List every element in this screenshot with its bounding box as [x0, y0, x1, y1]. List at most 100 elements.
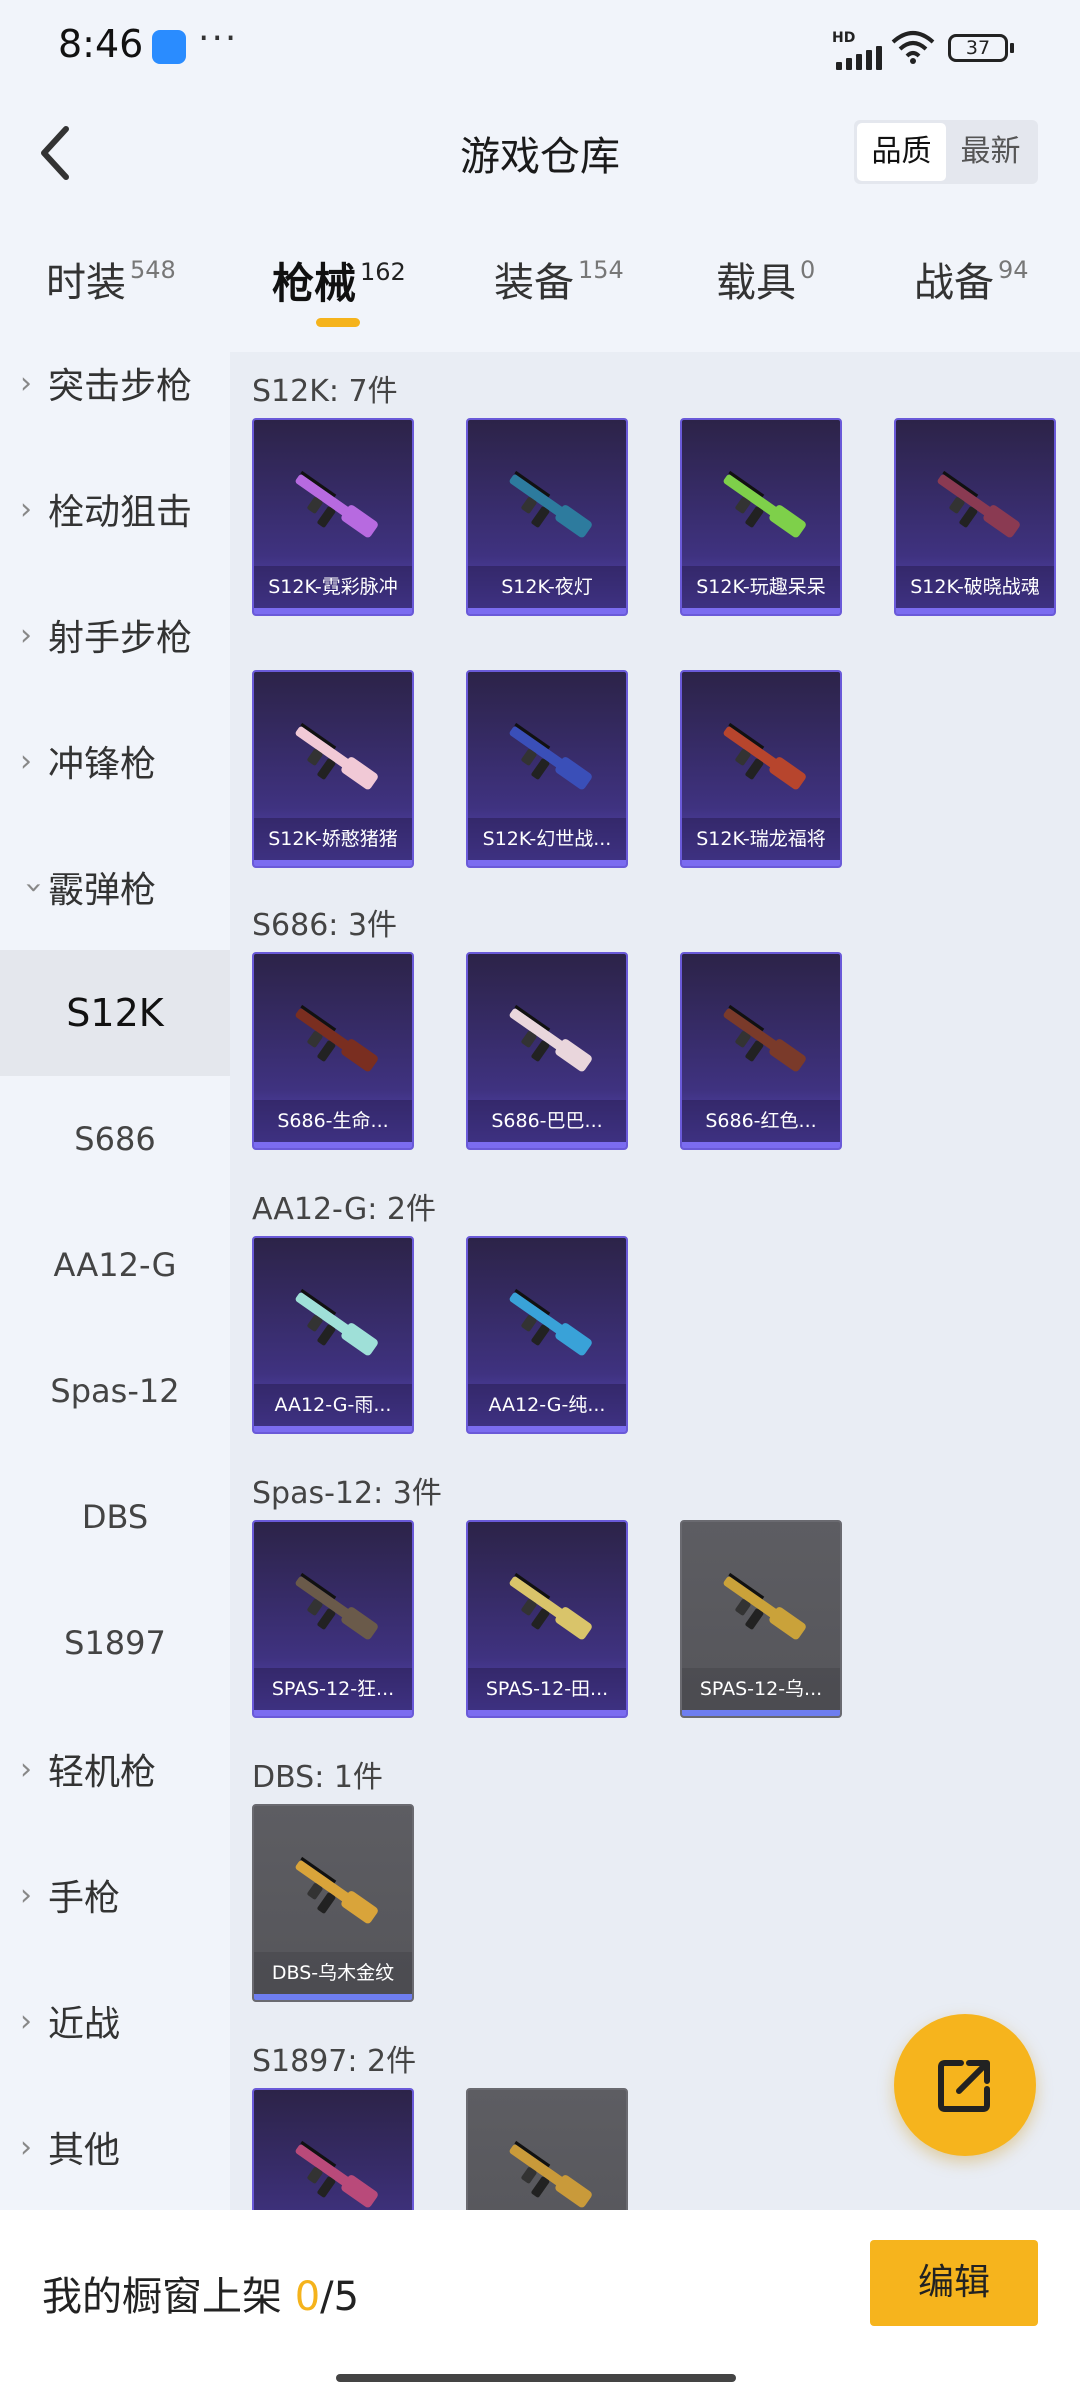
weapon-skin-card[interactable]: S12K-玩趣呆呆 [680, 418, 842, 616]
rarity-bar [468, 1142, 626, 1148]
weapon-image [926, 454, 1030, 562]
weapon-image [284, 454, 388, 562]
sidebar-sub-s12k[interactable]: S12K [0, 950, 230, 1076]
sidebar-sub-spas12[interactable]: Spas-12 [0, 1328, 230, 1454]
tab-supplies[interactable]: 战备 94 [914, 250, 1029, 308]
sidebar-sub-aa12g[interactable]: AA12-G [0, 1202, 230, 1328]
chevron-right-icon: › [20, 2003, 32, 2039]
sidebar-item-label: 射手步枪 [48, 618, 193, 659]
weapon-skin-name: AA12-G-雨... [254, 1384, 412, 1426]
sidebar-item-smg[interactable]: › 冲锋枪 [0, 698, 230, 824]
tab-count: 0 [800, 256, 816, 284]
sidebar-item-pistol[interactable]: › 手枪 [0, 1832, 230, 1958]
rarity-bar [682, 1710, 840, 1716]
sort-by-newest[interactable]: 最新 [946, 123, 1035, 181]
home-indicator[interactable] [336, 2374, 736, 2382]
rarity-bar [254, 1994, 412, 2000]
weapon-image [284, 1556, 388, 1664]
weapon-skin-name: S12K-瑞龙福将 [682, 818, 840, 860]
weapon-skin-name: DBS-乌木金纹 [254, 1952, 412, 1994]
weapon-image [498, 454, 602, 562]
weapon-skin-card[interactable]: SPAS-12-田... [466, 1520, 628, 1718]
tab-firearms[interactable]: 枪械 162 [272, 250, 406, 311]
weapon-skin-name: SPAS-12-乌... [682, 1668, 840, 1710]
weapon-skin-icon [509, 1004, 592, 1072]
rarity-bar [254, 1426, 412, 1432]
weapon-skin-card[interactable]: S686-生命... [252, 952, 414, 1150]
weapon-image [284, 1272, 388, 1380]
sidebar-sub-dbs[interactable]: DBS [0, 1454, 230, 1580]
sidebar-sub-s1897[interactable]: S1897 [0, 1580, 230, 1706]
weapon-skin-card[interactable]: AA12-G-纯... [466, 1236, 628, 1434]
sidebar-item-melee[interactable]: › 近战 [0, 1958, 230, 2084]
group-title: DBS: 1件 [252, 1760, 383, 1795]
tab-fashion[interactable]: 时装 548 [46, 250, 176, 308]
sidebar-item-bolt-sniper[interactable]: › 栓动狙击 [0, 446, 230, 572]
weapon-skin-name: S12K-霓彩脉冲 [254, 566, 412, 608]
weapon-skin-name: SPAS-12-田... [468, 1668, 626, 1710]
sidebar-sub-s686[interactable]: S686 [0, 1076, 230, 1202]
weapon-skin-icon [509, 2140, 592, 2208]
weapon-image [712, 706, 816, 814]
tab-label: 载具 [716, 260, 796, 306]
group-title: S12K: 7件 [252, 374, 398, 409]
weapon-skin-name: S12K-娇憨猪猪 [254, 818, 412, 860]
weapon-image [498, 2124, 602, 2212]
tab-label: 战备 [914, 260, 994, 306]
rarity-bar [468, 860, 626, 866]
tab-count: 154 [578, 256, 624, 284]
share-button[interactable] [894, 2014, 1036, 2156]
app-notification-icon [152, 30, 186, 64]
weapon-skin-icon [723, 1004, 806, 1072]
share-icon [938, 2060, 990, 2112]
weapon-skin-icon [723, 1572, 806, 1640]
sidebar-item-lmg[interactable]: › 轻机枪 [0, 1706, 230, 1832]
weapon-skin-icon [295, 1856, 378, 1924]
rarity-bar [896, 608, 1054, 614]
tab-equipment[interactable]: 装备 154 [494, 250, 624, 308]
weapon-skin-card[interactable]: S12K-破晓战魂 [894, 418, 1056, 616]
weapon-skin-name: S686-生命... [254, 1100, 412, 1142]
weapon-skin-card[interactable]: S12K-夜灯 [466, 418, 628, 616]
weapon-skin-name: S12K-幻世战... [468, 818, 626, 860]
weapon-skin-card[interactable]: S12K-幻世战... [466, 670, 628, 868]
weapon-skin-name: S12K-破晓战魂 [896, 566, 1054, 608]
weapon-skin-name: S686-巴巴... [468, 1100, 626, 1142]
tab-vehicles[interactable]: 载具 0 [716, 250, 815, 308]
weapon-skin-card[interactable]: S686-红色... [680, 952, 842, 1150]
weapon-image [284, 988, 388, 1096]
back-button[interactable] [24, 118, 84, 188]
sidebar-item-assault-rifle[interactable]: › 突击步枪 [0, 320, 230, 446]
weapon-skin-card[interactable]: S12K-霓彩脉冲 [252, 418, 414, 616]
sidebar-item-marksman-rifle[interactable]: › 射手步枪 [0, 572, 230, 698]
sidebar-item-other[interactable]: › 其他 [0, 2084, 230, 2210]
chevron-right-icon: › [20, 491, 32, 527]
weapon-skin-card[interactable]: S12K-娇憨猪猪 [252, 670, 414, 868]
edit-button[interactable]: 编辑 [870, 2240, 1038, 2326]
weapon-skin-card[interactable]: S12K-瑞龙福将 [680, 670, 842, 868]
rarity-bar [682, 608, 840, 614]
signal-icon [836, 46, 882, 70]
weapon-skin-icon [509, 722, 592, 790]
weapon-skin-name: AA12-G-纯... [468, 1384, 626, 1426]
chevron-right-icon: › [20, 1877, 32, 1913]
sidebar-item-shotgun[interactable]: › 霰弹枪 [0, 824, 230, 950]
weapon-skin-card[interactable] [252, 2088, 414, 2212]
weapon-skin-card[interactable]: DBS-乌木金纹 [252, 1804, 414, 2002]
chevron-right-icon: › [20, 743, 32, 779]
weapon-skin-card[interactable]: SPAS-12-狂... [252, 1520, 414, 1718]
sort-toggle[interactable]: 品质 最新 [854, 120, 1038, 184]
sidebar-item-label: 冲锋枪 [48, 744, 157, 785]
weapon-skin-card[interactable]: S686-巴巴... [466, 952, 628, 1150]
weapon-image [284, 1840, 388, 1948]
weapon-skin-name: SPAS-12-狂... [254, 1668, 412, 1710]
chevron-right-icon: › [20, 2129, 32, 2165]
weapon-skin-card[interactable]: SPAS-12-乌... [680, 1520, 842, 1718]
weapon-skin-card[interactable]: AA12-G-雨... [252, 1236, 414, 1434]
group-title: AA12-G: 2件 [252, 1192, 436, 1227]
weapon-skin-card[interactable] [466, 2088, 628, 2212]
more-notifications-icon: ··· [198, 18, 239, 59]
weapon-skin-icon [295, 1288, 378, 1356]
sort-by-quality[interactable]: 品质 [857, 123, 946, 181]
weapon-image [498, 1556, 602, 1664]
